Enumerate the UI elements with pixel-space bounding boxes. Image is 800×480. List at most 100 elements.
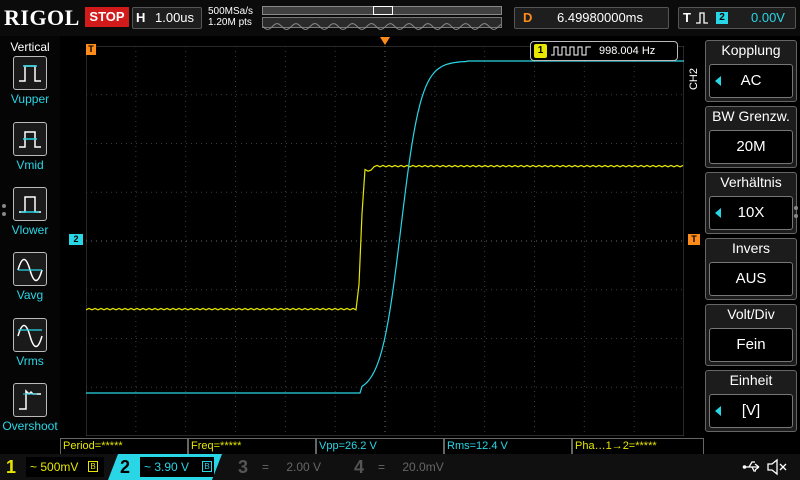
menu-value: 20M <box>709 130 793 164</box>
sample-rate: 500MSa/s <box>208 6 254 17</box>
horizontal-delay[interactable]: D 6.49980000ms <box>514 7 669 29</box>
measure-vmid[interactable]: Vmid <box>8 122 52 182</box>
usb-icon <box>742 461 760 472</box>
waveform-display[interactable] <box>86 46 684 436</box>
ch3-coupling: = <box>262 460 270 474</box>
measurement-rms[interactable]: Rms=12.4 V <box>444 438 572 454</box>
memory-wave-icon <box>262 22 502 31</box>
ch3-number[interactable]: 3 <box>238 456 248 478</box>
measure-label: Overshoot <box>2 419 58 433</box>
trigger-level-marker[interactable]: T <box>688 234 700 245</box>
memory-depth: 1.20M pts <box>208 17 252 28</box>
ch4-coupling: = <box>378 460 386 474</box>
rising-edge-icon <box>696 12 708 24</box>
menu-header: Verhältnis <box>720 174 782 190</box>
run-stop-status[interactable]: STOP <box>85 7 129 27</box>
frequency-counter: 1 998.004 Hz <box>530 41 678 61</box>
horizontal-label: H <box>136 10 146 25</box>
trigger-level: 0.00V <box>751 10 785 25</box>
top-status-bar: RIGOL STOP H 1.00us 500MSa/s 1.20M pts D… <box>0 0 800 36</box>
menu-header: Invers <box>731 240 771 256</box>
channel-tag: CH2 <box>688 68 700 91</box>
trigger-position-marker[interactable] <box>380 37 390 45</box>
menu-header: BW Grenzw. <box>712 108 790 124</box>
menu-value: AUS <box>709 262 793 296</box>
menu-verhaeltnis[interactable]: Verhältnis 10X <box>705 172 797 234</box>
measure-label: Vavg <box>16 288 44 302</box>
memory-wave-preview <box>262 17 502 31</box>
menu-header: Kopplung <box>721 42 781 58</box>
vrms-sine-icon <box>13 318 47 352</box>
ch2-number[interactable]: 2 <box>120 456 130 478</box>
measure-overshoot[interactable]: Overshoot <box>2 383 58 443</box>
delay-value: 6.49980000ms <box>557 10 644 25</box>
ch1-scale: 500mV <box>40 460 79 474</box>
ch3-scale-box[interactable]: = 2.00 V <box>258 457 338 477</box>
trigger-source: 2 <box>716 12 728 24</box>
delay-label: D <box>523 10 533 25</box>
ch2-offset-marker[interactable]: 2 <box>69 234 83 245</box>
measure-label: Vrms <box>16 354 44 368</box>
bandwidth-limit-icon: B <box>88 461 98 472</box>
speaker-muted-icon[interactable] <box>766 458 788 476</box>
measurement-phase[interactable]: Pha…1→2=***** <box>572 438 704 454</box>
menu-volt-div[interactable]: Volt/Div Fein <box>705 304 797 366</box>
brand-logo: RIGOL <box>4 5 80 30</box>
ch2-scale-box[interactable]: ~ 3.90 V B <box>140 457 214 477</box>
measurement-bar: Period=***** Freq=***** Vpp=26.2 V Rms=1… <box>60 438 704 454</box>
horizontal-timebase[interactable]: H 1.00us <box>132 7 202 29</box>
left-measure-menu: Vertical Vupper Vmid Vlower Vavg Vrms Ov <box>0 36 60 440</box>
measurement-period[interactable]: Period=***** <box>60 438 188 454</box>
trigger-marker-left: T <box>86 44 96 55</box>
acquisition-info: 500MSa/s 1.20M pts <box>208 6 253 28</box>
memory-bar <box>262 6 502 15</box>
measure-vupper[interactable]: Vupper <box>8 56 52 116</box>
measure-vlower[interactable]: Vlower <box>8 187 52 247</box>
ch2-coupling: ~ <box>144 460 152 474</box>
channel-bar: 1 ~ 500mV B 2 ~ 3.90 V B 3 = 2.00 V 4 = … <box>0 454 800 480</box>
vlower-pulse-icon <box>13 187 47 221</box>
vupper-pulse-icon <box>13 56 47 90</box>
menu-value: Fein <box>709 328 793 362</box>
measure-label: Vupper <box>10 92 50 106</box>
left-arrow-icon <box>715 406 721 416</box>
trigger-label: T <box>683 10 691 25</box>
menu-einheit[interactable]: Einheit [V] <box>705 370 797 432</box>
measure-label: Vlower <box>11 223 49 237</box>
channel-settings-menu: Kopplung AC BW Grenzw. 20M Verhältnis 10… <box>705 36 800 440</box>
vavg-sine-icon <box>13 252 47 286</box>
measure-vrms[interactable]: Vrms <box>8 318 52 378</box>
measure-vavg[interactable]: Vavg <box>8 252 52 312</box>
right-page-dot <box>794 206 798 210</box>
menu-value: 10X <box>709 196 793 230</box>
timebase-value: 1.00us <box>155 10 195 25</box>
ch1-scale-box[interactable]: ~ 500mV B <box>26 457 104 477</box>
trigger-info[interactable]: T 2 0.00V <box>678 7 796 29</box>
ch4-number[interactable]: 4 <box>354 456 364 478</box>
measure-label: Vmid <box>16 158 44 172</box>
ch3-scale: 2.00 V <box>286 460 322 474</box>
ch1-coupling: ~ <box>30 460 38 474</box>
measurement-freq[interactable]: Freq=***** <box>188 438 316 454</box>
menu-header: Volt/Div <box>727 306 775 322</box>
memory-overview <box>262 6 502 31</box>
counter-channel: 1 <box>534 44 547 58</box>
vmid-pulse-icon <box>13 122 47 156</box>
left-arrow-icon <box>715 208 721 218</box>
menu-bw-grenzwert[interactable]: BW Grenzw. 20M <box>705 106 797 168</box>
menu-header: Einheit <box>729 372 773 388</box>
left-arrow-icon <box>715 76 721 86</box>
measurement-vpp[interactable]: Vpp=26.2 V <box>316 438 444 454</box>
square-wave-icon <box>551 46 591 56</box>
memory-window <box>373 6 393 15</box>
ch2-scale: 3.90 V <box>154 460 190 474</box>
menu-invers[interactable]: Invers AUS <box>705 238 797 300</box>
ch1-number[interactable]: 1 <box>6 456 16 478</box>
ch4-scale-box[interactable]: = 20.0mV <box>374 457 454 477</box>
overshoot-edge-icon <box>13 383 47 417</box>
left-page-dot <box>2 212 6 216</box>
bandwidth-limit-icon: B <box>202 461 212 472</box>
right-page-dot <box>794 214 798 218</box>
menu-value: AC <box>709 64 793 98</box>
menu-kopplung[interactable]: Kopplung AC <box>705 40 797 102</box>
